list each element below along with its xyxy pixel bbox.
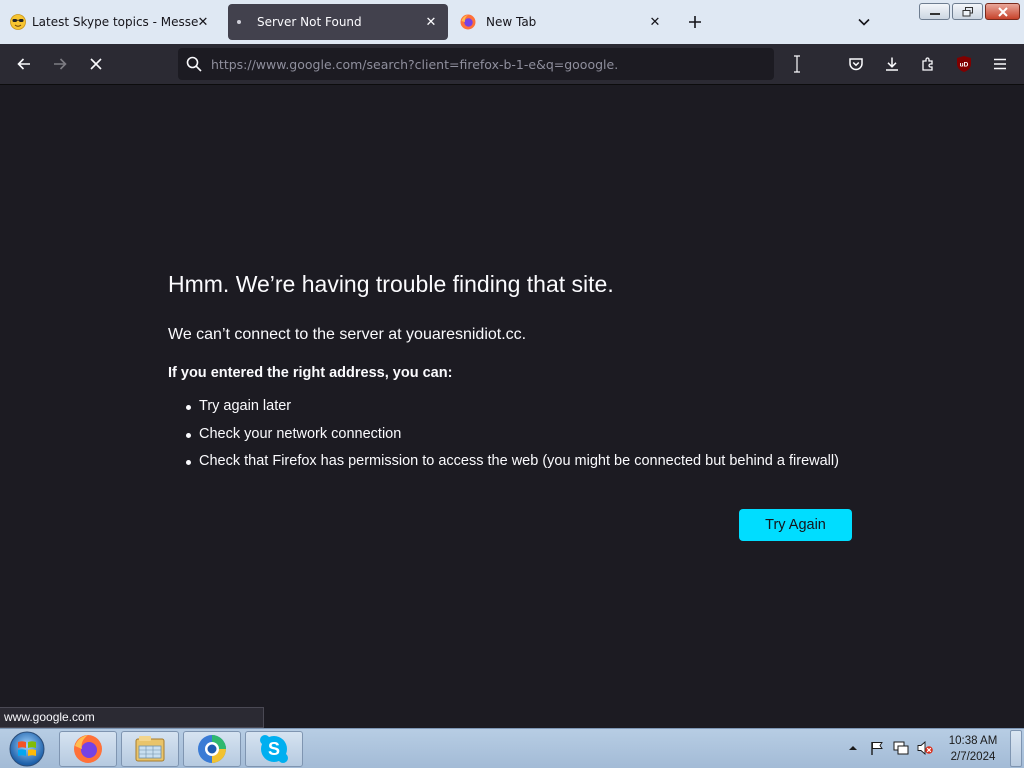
system-tray [844, 739, 934, 757]
forward-button[interactable] [46, 50, 74, 78]
text-cursor-icon [794, 55, 800, 73]
chevron-up-icon [849, 746, 857, 750]
extensions-icon [922, 57, 933, 71]
close-tab-icon[interactable]: ✕ [422, 13, 440, 31]
close-tab-icon[interactable]: ✕ [646, 13, 664, 31]
minimize-icon [929, 12, 940, 15]
show-hidden-icons-button[interactable] [844, 739, 862, 757]
error-suggestions-heading: If you entered the right address, you ca… [168, 365, 453, 381]
taskbar-firefox[interactable] [59, 731, 117, 767]
show-desktop-button[interactable] [1010, 730, 1022, 767]
taskbar: S 10:38 AM 2/7/2024 [0, 728, 1024, 768]
taskbar-clock[interactable]: 10:38 AM 2/7/2024 [944, 733, 1002, 765]
downloads-icon [886, 57, 898, 71]
back-arrow-icon [17, 58, 30, 70]
svg-text:uD: uD [960, 62, 969, 69]
clock-time: 10:38 AM [948, 735, 998, 747]
restore-icon [962, 6, 973, 16]
taskbar-browser-app[interactable] [183, 731, 241, 767]
navigation-toolbar: uD [0, 44, 1024, 85]
skype-icon: S [260, 735, 288, 763]
pocket-button[interactable] [842, 50, 870, 78]
action-center-button[interactable] [868, 739, 886, 757]
stop-loading-icon [90, 58, 102, 70]
tab-server-not-found[interactable]: Server Not Found ✕ [228, 4, 448, 40]
ublock-origin-icon: uD [957, 56, 971, 72]
list-all-tabs-button[interactable] [852, 10, 876, 34]
network-button[interactable] [892, 739, 910, 757]
firefox-icon [460, 14, 476, 30]
list-item: Try again later [186, 398, 839, 426]
extensions-button[interactable] [914, 50, 942, 78]
error-page: Hmm. We’re having trouble finding that s… [0, 85, 1024, 728]
error-suggestions-list: Try again later Check your network conne… [186, 398, 839, 481]
search-icon [186, 56, 202, 72]
forward-arrow-icon [54, 58, 67, 70]
volume-button[interactable] [916, 739, 934, 757]
hamburger-menu-icon [994, 58, 1006, 70]
tab-strip: Latest Skype topics - Messenger ✕ Server… [0, 0, 1024, 44]
ublock-origin-button[interactable]: uD [950, 50, 978, 78]
error-description: We can’t connect to the server at youare… [168, 326, 527, 343]
status-panel: www.google.com [0, 707, 264, 728]
taskbar-skype[interactable]: S [245, 731, 303, 767]
list-item: Check your network connection [186, 426, 839, 454]
tab-label: Latest Skype topics - Messenger [32, 15, 198, 29]
volume-muted-icon [917, 741, 933, 755]
windows-start-orb-icon [9, 731, 45, 767]
error-title: Hmm. We’re having trouble finding that s… [168, 271, 614, 297]
close-window-button[interactable] [985, 3, 1020, 20]
minimize-button[interactable] [919, 3, 950, 20]
close-tab-icon[interactable]: ✕ [194, 13, 212, 31]
tab-new-tab[interactable]: New Tab ✕ [452, 4, 672, 40]
sunglasses-emoji-icon [10, 14, 26, 30]
pocket-icon [849, 58, 863, 71]
start-button[interactable] [4, 730, 50, 768]
restore-button[interactable] [952, 3, 983, 20]
url-input[interactable] [211, 52, 751, 76]
network-icon [893, 741, 909, 755]
try-again-button[interactable]: Try Again [739, 509, 852, 541]
plus-icon [689, 16, 701, 28]
svg-text:S: S [268, 739, 280, 759]
close-icon [997, 6, 1008, 17]
taskbar-file-explorer[interactable] [121, 731, 179, 767]
back-button[interactable] [10, 50, 38, 78]
tab-label: New Tab [486, 15, 537, 29]
flag-icon [871, 742, 883, 755]
browser-app-icon [198, 735, 226, 763]
clock-date: 2/7/2024 [950, 751, 996, 763]
chevron-down-icon [858, 18, 870, 26]
window-controls [919, 3, 1020, 20]
list-item: Check that Firefox has permission to acc… [186, 453, 839, 481]
loading-dot-icon [237, 20, 241, 24]
address-bar[interactable] [178, 48, 800, 80]
downloads-button[interactable] [878, 50, 906, 78]
application-menu-button[interactable] [986, 50, 1014, 78]
tab-skype-topics[interactable]: Latest Skype topics - Messenger ✕ [2, 4, 220, 40]
new-tab-button[interactable] [682, 10, 708, 34]
file-explorer-icon [135, 736, 165, 762]
firefox-icon [74, 735, 102, 763]
tab-label: Server Not Found [257, 15, 362, 29]
stop-button[interactable] [82, 50, 110, 78]
